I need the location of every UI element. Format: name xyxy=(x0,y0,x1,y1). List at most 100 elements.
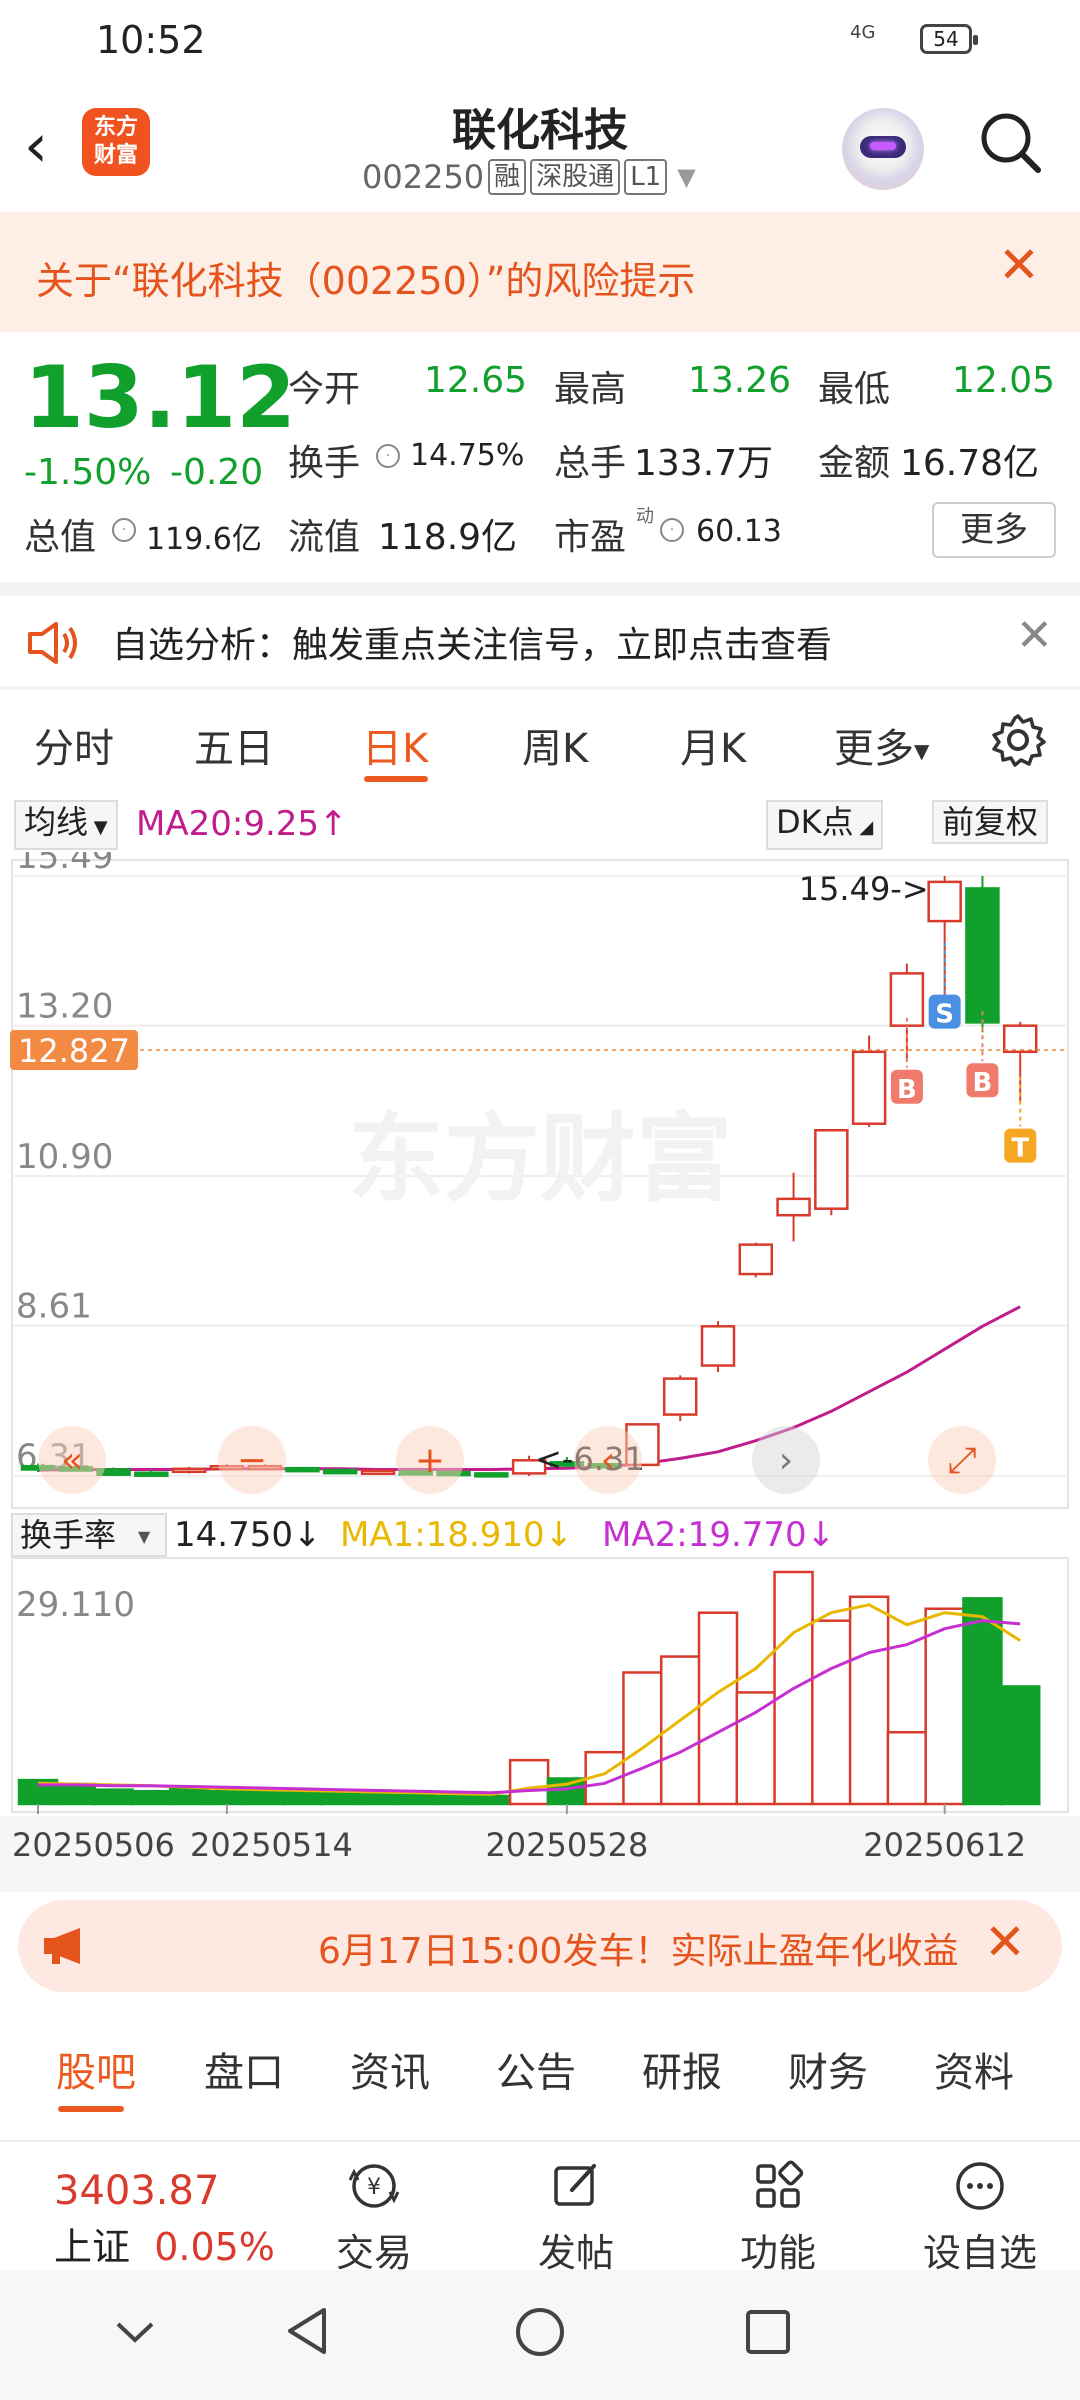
pe-value: 60.13 xyxy=(696,514,782,549)
tab-orderbook[interactable]: 盘口 xyxy=(204,2040,284,2098)
open-value: 12.65 xyxy=(424,360,528,401)
tab-news[interactable]: 资讯 xyxy=(350,2040,430,2098)
indicator-name: 换手率 xyxy=(20,1516,116,1554)
recents-nav-icon[interactable] xyxy=(742,2306,794,2358)
search-icon[interactable] xyxy=(978,110,1042,174)
turnover-bar xyxy=(735,1691,777,1806)
low-label: 最低 xyxy=(818,369,891,410)
mktcap-value: 119.6亿 xyxy=(146,522,262,557)
gear-icon[interactable] xyxy=(990,712,1046,768)
kline-chart[interactable]: 东方财富 15.4913.2010.908.616.31 12.82715.49… xyxy=(0,852,1080,1892)
tab-intraday[interactable]: 分时 xyxy=(34,716,114,774)
candle-body xyxy=(474,1472,509,1478)
turnover-bar xyxy=(811,1619,852,1806)
tab-more[interactable]: 更多▼ xyxy=(834,716,929,774)
turnover-bar xyxy=(508,1758,550,1806)
tab-financials[interactable]: 财务 xyxy=(788,2040,868,2098)
current-price-label: 12.827 xyxy=(18,1032,130,1070)
add-watchlist-button[interactable]: 设自选 xyxy=(900,2156,1060,2277)
collapse-icon[interactable] xyxy=(110,2312,160,2352)
turnover-value: 14.75% xyxy=(410,438,525,473)
battery-icon: 54 xyxy=(920,24,978,54)
turnover-label: 换手 xyxy=(288,443,361,484)
back-nav-icon[interactable] xyxy=(282,2304,332,2358)
candle-body xyxy=(285,1466,320,1473)
last-price: 13.12 xyxy=(24,348,297,448)
dropdown-icon[interactable]: ▼ xyxy=(677,163,695,191)
more-button[interactable]: 更多 xyxy=(932,502,1056,558)
turnover-bar xyxy=(395,1793,437,1806)
trade-icon: ¥ xyxy=(348,2164,400,2208)
chart-control-icon: « xyxy=(61,1440,83,1481)
promo-banner[interactable]: 6月17日15:00发车！实际止盈年化收益 ✕ xyxy=(0,1900,1080,2000)
signal-letter: S xyxy=(935,1000,954,1030)
turnover-bar xyxy=(471,1794,512,1806)
adjustment-selector[interactable]: 前复权 xyxy=(932,800,1049,844)
chart-header: 均线 ▼ MA20:9.25↑ DK点 ◢ 前复权 xyxy=(0,796,1080,852)
price-tick-label: 10.90 xyxy=(16,1137,113,1177)
price-tick-label: 13.20 xyxy=(16,987,113,1027)
functions-button[interactable]: 功能 xyxy=(698,2156,858,2277)
trade-button[interactable]: ¥ 交易 xyxy=(294,2156,454,2277)
close-icon[interactable]: ✕ xyxy=(984,1912,1026,1972)
period-tabs: 分时 五日 日K 周K 月K 更多▼ xyxy=(0,690,1080,790)
level-tag: L1 xyxy=(624,159,668,195)
info-icon[interactable]: · xyxy=(660,518,684,542)
tab-monthly-k[interactable]: 月K xyxy=(680,716,746,774)
turnover-bar xyxy=(433,1794,474,1806)
close-icon[interactable]: ✕ xyxy=(998,240,1040,290)
indicator-value: 14.750↓ xyxy=(174,1515,321,1555)
tab-announcements[interactable]: 公告 xyxy=(496,2040,576,2098)
edit-icon xyxy=(554,2164,596,2206)
post-button[interactable]: 发帖 xyxy=(496,2156,656,2277)
turnover-bar xyxy=(244,1789,285,1806)
stock-code-row[interactable]: 002250 融 深股通 L1 ▼ xyxy=(362,158,696,196)
candle-body xyxy=(1002,1024,1038,1054)
amount-value: 16.78亿 xyxy=(900,443,1040,484)
amount-label: 金额 xyxy=(818,443,891,484)
mktcap-label: 总值 xyxy=(24,517,97,558)
date-axis: 20250506 20250514 20250528 20250612 xyxy=(0,1804,1080,1892)
date-tick-label: 20250514 xyxy=(190,1826,353,1864)
promo-text: 6月17日15:00发车！实际止盈年化收益 xyxy=(318,1931,959,1972)
margin-tag: 融 xyxy=(488,159,527,195)
ma20-path xyxy=(37,1305,1021,1472)
turnover-bar xyxy=(319,1792,361,1806)
tab-guba[interactable]: 股吧 xyxy=(56,2040,136,2098)
candle-body xyxy=(814,1128,849,1210)
turnover-bar xyxy=(999,1685,1041,1806)
turnover-bars xyxy=(17,1570,1041,1806)
watchlist-alert[interactable]: 自选分析：触发重点关注信号，立即点击查看 ✕ xyxy=(0,596,1080,686)
turnover-bar xyxy=(848,1595,890,1806)
signal-letter: T xyxy=(1011,1134,1029,1164)
info-icon[interactable]: · xyxy=(112,518,136,542)
turnover-bar xyxy=(962,1597,1003,1806)
tab-daily-k[interactable]: 日K xyxy=(362,716,428,774)
ma-selector[interactable]: 均线 ▼ xyxy=(14,800,118,850)
clock: 10:52 xyxy=(96,18,206,62)
date-tick-label: 20250528 xyxy=(485,1826,648,1864)
tab-five-day[interactable]: 五日 xyxy=(194,716,274,774)
index-widget[interactable]: 3403.87 上证 0.05% xyxy=(54,2168,275,2271)
dk-point-selector[interactable]: DK点 ◢ xyxy=(766,800,884,850)
turnover-bar xyxy=(55,1782,97,1806)
chart-control-icon: + xyxy=(415,1440,445,1481)
volume-label: 总手 xyxy=(554,443,627,484)
candle-body xyxy=(662,1377,698,1416)
close-icon[interactable]: ✕ xyxy=(1016,610,1053,661)
volume-tick-label: 29.110 xyxy=(16,1585,135,1625)
tab-profile[interactable]: 资料 xyxy=(934,2040,1014,2098)
content-tabs: 股吧 盘口 资讯 公告 研报 财务 资料 xyxy=(0,2010,1080,2120)
grid-icon xyxy=(756,2160,804,2208)
tab-research[interactable]: 研报 xyxy=(642,2040,722,2098)
ma20-value: MA20:9.25↑ xyxy=(136,804,348,844)
quote-panel: 13.12 -1.50% -0.20 今开 12.65 最高 13.26 最低 … xyxy=(0,332,1080,582)
tab-weekly-k[interactable]: 周K xyxy=(522,716,588,774)
ma2-value: MA2:19.770↓ xyxy=(602,1515,835,1555)
ai-assistant-icon[interactable] xyxy=(842,108,924,190)
info-icon[interactable]: · xyxy=(376,444,400,468)
candle-body xyxy=(322,1468,358,1475)
risk-banner[interactable]: 关于“联化科技（002250）”的风险提示 ✕ xyxy=(0,212,1080,332)
home-nav-icon[interactable] xyxy=(512,2304,568,2360)
svg-text:¥: ¥ xyxy=(367,2175,381,2200)
